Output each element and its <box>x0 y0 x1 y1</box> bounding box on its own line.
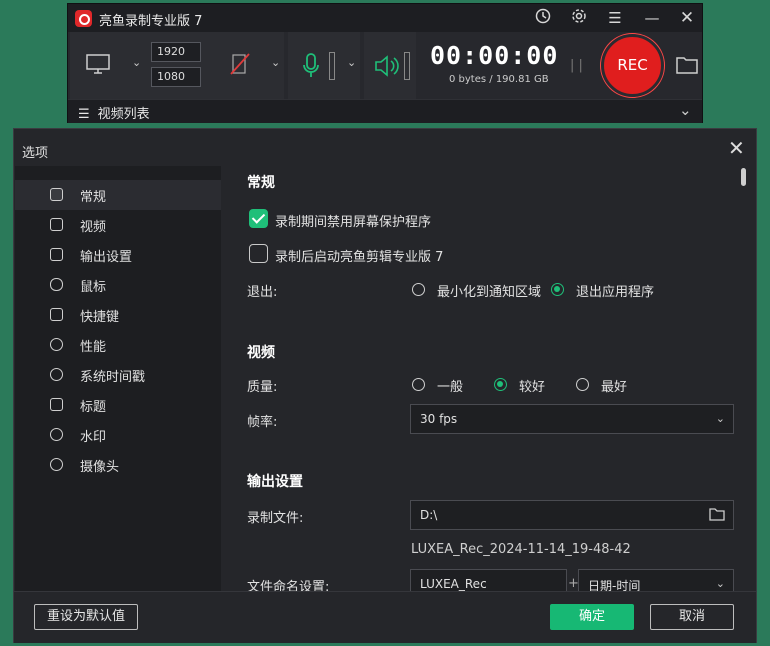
sidebar-item-video[interactable]: 视频 <box>15 210 221 240</box>
mic-level-meter <box>329 52 335 80</box>
options-sidebar: 常规 视频 输出设置 鼠标 快捷键 性能 系统时间戳 标题 水印 摄像头 <box>15 166 221 591</box>
quality-normal-radio[interactable] <box>412 378 425 391</box>
menu-icon[interactable]: ☰ <box>604 8 626 28</box>
fps-select[interactable]: 30 fps ⌄ <box>410 404 734 434</box>
width-input[interactable]: 1920 <box>151 42 201 62</box>
exit-app-radio[interactable] <box>551 283 564 296</box>
chevron-down-icon: ⌄ <box>715 577 725 590</box>
sidebar-item-webcam[interactable]: 摄像头 <box>15 450 221 480</box>
cancel-button[interactable]: 取消 <box>650 604 734 630</box>
sidebar-item-timestamp[interactable]: 系统时间戳 <box>15 360 221 390</box>
microphone-group: ⌄ <box>288 32 360 99</box>
no-camera-icon[interactable] <box>228 52 252 80</box>
app-title: 亮鱼录制专业版 7 <box>99 14 203 29</box>
screensaver-checkbox[interactable] <box>249 209 268 228</box>
naming-prefix-value: LUXEA_Rec <box>420 577 487 591</box>
expand-chevron-icon[interactable]: ⌄ <box>679 101 692 119</box>
speaker-level-meter <box>404 52 410 80</box>
reset-defaults-button[interactable]: 重设为默认值 <box>34 604 138 630</box>
content-scrollbar[interactable] <box>740 166 748 591</box>
video-icon <box>50 218 63 231</box>
exit-label: 退出: <box>247 285 278 300</box>
naming-prefix-input[interactable]: LUXEA_Rec <box>410 569 567 591</box>
monitor-icon[interactable] <box>86 54 110 78</box>
section-title-general: 常规 <box>247 175 275 191</box>
record-file-label: 录制文件: <box>247 511 304 526</box>
webcam-group: ⌄ <box>214 32 284 99</box>
naming-label: 文件命名设置: <box>247 580 330 591</box>
record-button[interactable]: REC <box>601 34 664 97</box>
mouse-icon <box>50 278 63 291</box>
close-icon[interactable]: ✕ <box>676 8 698 28</box>
list-icon: ☰ <box>78 107 90 122</box>
minimize-to-tray-radio[interactable] <box>412 283 425 296</box>
launch-editor-checkbox[interactable] <box>249 244 268 263</box>
microphone-icon[interactable] <box>302 53 320 83</box>
naming-format-value: 日期-时间 <box>588 579 641 591</box>
chevron-down-icon[interactable]: ⌄ <box>132 56 141 69</box>
storage-info: 0 bytes / 190.81 GB <box>449 74 549 85</box>
quality-best-radio[interactable] <box>576 378 589 391</box>
output-path-value: D:\ <box>420 508 438 522</box>
general-icon <box>50 188 63 201</box>
folder-icon[interactable] <box>676 56 698 78</box>
recorder-footer: ☰ 视频列表 ⌄ <box>68 99 702 123</box>
sidebar-item-title[interactable]: 标题 <box>15 390 221 420</box>
dialog-title: 选项 <box>22 146 49 161</box>
chevron-down-icon[interactable]: ⌄ <box>271 56 280 69</box>
naming-format-select[interactable]: 日期-时间 ⌄ <box>578 569 734 591</box>
keyboard-icon <box>50 308 63 321</box>
sidebar-item-watermark[interactable]: 水印 <box>15 420 221 450</box>
webcam-icon <box>50 458 63 471</box>
quality-best-label: 最好 <box>601 380 628 395</box>
quality-normal-label: 一般 <box>437 380 464 395</box>
output-path-input[interactable]: D:\ <box>410 500 734 530</box>
chevron-down-icon: ⌄ <box>715 412 725 425</box>
fps-label: 帧率: <box>247 415 278 430</box>
video-list-label: 视频列表 <box>97 107 150 122</box>
fps-value: 30 fps <box>420 412 458 426</box>
minimize-icon[interactable]: — <box>641 8 663 28</box>
screensaver-label: 录制期间禁用屏幕保护程序 <box>275 215 432 230</box>
title-icon <box>50 398 63 411</box>
options-dialog: 选项 ✕ 常规 视频 输出设置 鼠标 快捷键 性能 系统时间戳 标题 水印 摄像… <box>13 128 757 643</box>
performance-icon <box>50 338 63 351</box>
quality-good-radio[interactable] <box>494 378 507 391</box>
watermark-icon <box>50 428 63 441</box>
launch-editor-label: 录制后启动亮鱼剪辑专业版 7 <box>275 250 444 265</box>
pause-icon[interactable]: | | <box>570 58 583 73</box>
scroll-thumb[interactable] <box>741 168 746 186</box>
clock-icon[interactable] <box>532 8 554 28</box>
options-content: 常规 录制期间禁用屏幕保护程序 录制后启动亮鱼剪辑专业版 7 退出: 最小化到通… <box>222 166 736 591</box>
output-icon <box>50 248 63 261</box>
quality-good-label: 较好 <box>519 380 546 395</box>
chevron-down-icon[interactable]: ⌄ <box>347 56 356 69</box>
sidebar-item-performance[interactable]: 性能 <box>15 330 221 360</box>
minimize-to-tray-label: 最小化到通知区域 <box>437 285 542 300</box>
app-logo-icon <box>75 10 92 27</box>
exit-app-label: 退出应用程序 <box>576 285 655 300</box>
quality-label: 质量: <box>247 380 278 395</box>
sidebar-item-general[interactable]: 常规 <box>15 180 221 210</box>
sidebar-item-hotkeys[interactable]: 快捷键 <box>15 300 221 330</box>
clock-icon <box>50 368 63 381</box>
height-input[interactable]: 1080 <box>151 67 201 87</box>
speaker-icon[interactable] <box>374 55 400 81</box>
recorder-window: 亮鱼录制专业版 7 ☰ — ✕ ⌄ 1920 1080 ⌄ ⌄ 00:00:00… <box>67 3 703 123</box>
sidebar-item-mouse[interactable]: 鼠标 <box>15 270 221 300</box>
section-title-output: 输出设置 <box>247 474 303 490</box>
recorder-title-bar: 亮鱼录制专业版 7 ☰ — ✕ <box>68 4 702 32</box>
speaker-group <box>364 32 416 99</box>
dialog-footer: 重设为默认值 确定 取消 <box>14 591 756 643</box>
gear-icon[interactable] <box>568 8 590 28</box>
timer-display: 00:00:00 <box>430 41 559 70</box>
dialog-close-icon[interactable]: ✕ <box>728 136 745 160</box>
folder-icon[interactable] <box>709 507 725 524</box>
section-title-video: 视频 <box>247 345 275 361</box>
ok-button[interactable]: 确定 <box>550 604 634 630</box>
filename-preview: LUXEA_Rec_2024-11-14_19-48-42 <box>411 542 631 557</box>
sidebar-item-output[interactable]: 输出设置 <box>15 240 221 270</box>
recorder-controls: ⌄ 1920 1080 ⌄ ⌄ 00:00:00 0 bytes / 190.8… <box>68 32 702 99</box>
video-list-button[interactable]: ☰ 视频列表 <box>78 103 150 122</box>
